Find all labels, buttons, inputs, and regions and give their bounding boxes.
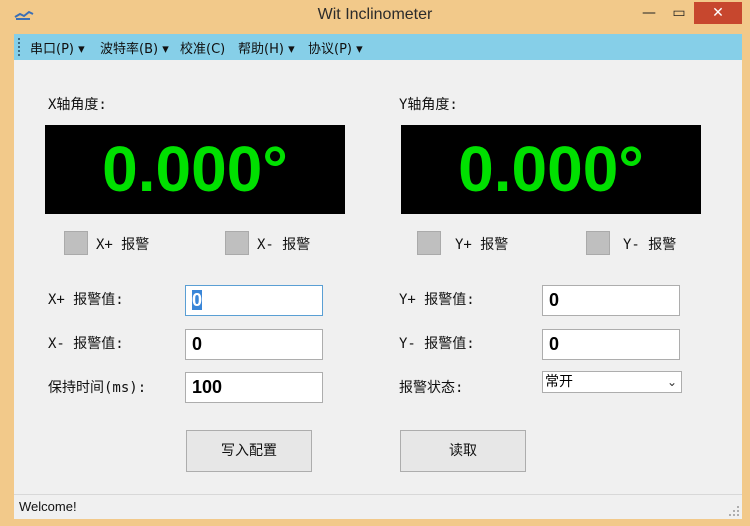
y-minus-threshold-label: Y- 报警值: bbox=[399, 336, 475, 352]
write-config-button[interactable]: 写入配置 bbox=[186, 430, 312, 472]
y-plus-alarm-label: Y+ 报警 bbox=[455, 237, 509, 253]
read-button[interactable]: 读取 bbox=[400, 430, 526, 472]
title-bar[interactable]: Wit Inclinometer — ▭ ✕ bbox=[0, 0, 750, 34]
menu-protocol[interactable]: 协议(P) ▾ bbox=[308, 38, 363, 57]
y-angle-display: 0.000° bbox=[401, 125, 701, 214]
chevron-down-icon: ▾ bbox=[356, 42, 363, 57]
x-minus-threshold-input[interactable]: 0 bbox=[185, 329, 323, 360]
menu-grip-icon bbox=[18, 38, 23, 56]
y-minus-threshold-input[interactable]: 0 bbox=[542, 329, 680, 360]
chevron-down-icon: ▾ bbox=[162, 42, 169, 57]
y-plus-alarm-indicator bbox=[417, 231, 441, 255]
x-minus-threshold-label: X- 报警值: bbox=[48, 336, 124, 352]
x-plus-alarm-label: X+ 报警 bbox=[96, 237, 150, 253]
x-minus-alarm-label: X- 报警 bbox=[257, 237, 311, 253]
x-angle-label: X轴角度: bbox=[48, 97, 107, 113]
x-plus-threshold-label: X+ 报警值: bbox=[48, 292, 124, 308]
status-text: Welcome! bbox=[19, 499, 77, 514]
x-angle-display: 0.000° bbox=[45, 125, 345, 214]
alarm-state-label: 报警状态: bbox=[399, 380, 464, 396]
resize-grip-icon[interactable] bbox=[728, 505, 740, 517]
status-bar: Welcome! bbox=[14, 494, 742, 519]
chevron-down-icon: ⌄ bbox=[666, 375, 677, 389]
menu-bar: 串口(P) ▾ 波特率(B) ▾ 校准(C) 帮助(H) ▾ 协议(P) ▾ bbox=[14, 34, 742, 60]
chevron-down-icon: ▾ bbox=[78, 42, 85, 57]
y-minus-alarm-indicator bbox=[586, 231, 610, 255]
close-button[interactable]: ✕ bbox=[694, 2, 742, 24]
x-plus-alarm-indicator bbox=[64, 231, 88, 255]
x-plus-threshold-input[interactable]: 0 bbox=[185, 285, 323, 316]
minimize-button[interactable]: — bbox=[634, 2, 664, 24]
x-minus-alarm-indicator bbox=[225, 231, 249, 255]
y-plus-threshold-label: Y+ 报警值: bbox=[399, 292, 475, 308]
menu-calibrate[interactable]: 校准(C) bbox=[180, 38, 225, 57]
menu-baud-rate[interactable]: 波特率(B) ▾ bbox=[100, 38, 169, 57]
y-minus-alarm-label: Y- 报警 bbox=[623, 237, 677, 253]
y-angle-label: Y轴角度: bbox=[399, 97, 458, 113]
app-window: Wit Inclinometer — ▭ ✕ 串口(P) ▾ 波特率(B) ▾ … bbox=[0, 0, 750, 526]
y-plus-threshold-input[interactable]: 0 bbox=[542, 285, 680, 316]
menu-help[interactable]: 帮助(H) ▾ bbox=[238, 38, 295, 57]
chevron-down-icon: ▾ bbox=[288, 42, 295, 57]
alarm-state-value: 常开 bbox=[545, 374, 573, 390]
hold-time-input[interactable]: 100 bbox=[185, 372, 323, 403]
menu-serial-port[interactable]: 串口(P) ▾ bbox=[30, 38, 85, 57]
hold-time-label: 保持时间(ms): bbox=[48, 380, 147, 396]
alarm-state-select[interactable]: 常开 ⌄ bbox=[542, 371, 682, 393]
main-panel: 串口(P) ▾ 波特率(B) ▾ 校准(C) 帮助(H) ▾ 协议(P) ▾ X… bbox=[14, 34, 742, 519]
maximize-button[interactable]: ▭ bbox=[664, 2, 694, 24]
